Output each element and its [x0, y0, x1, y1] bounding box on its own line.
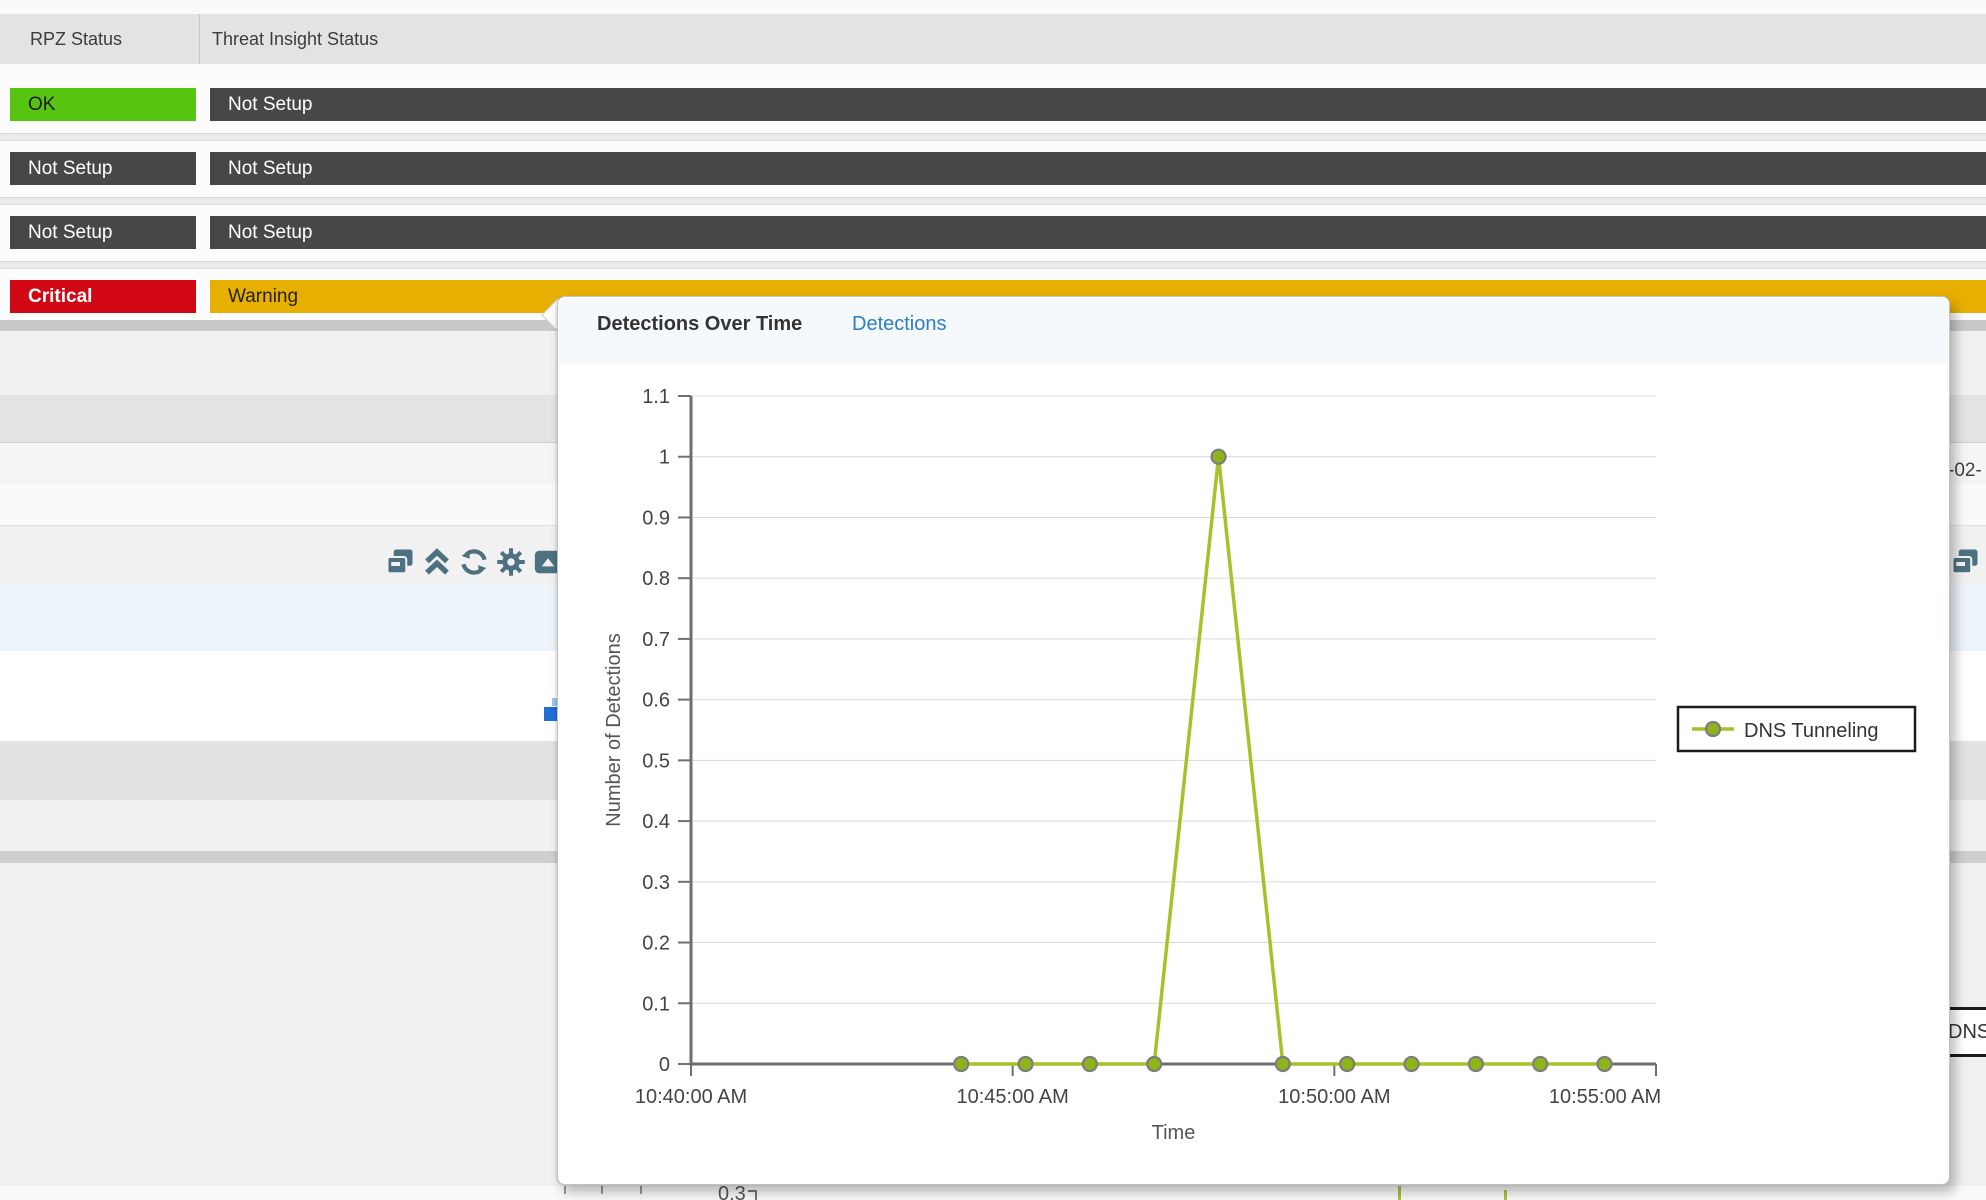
rpz-status-badge[interactable]: Critical — [10, 280, 196, 313]
threat-insight-status-badge[interactable]: Not Setup — [210, 88, 1986, 121]
data-point[interactable] — [1340, 1057, 1354, 1071]
status-row: OK Not Setup — [0, 64, 1986, 128]
copy-window-icon[interactable] — [1950, 547, 1980, 577]
y-tick-label: 0.6 — [642, 690, 670, 712]
data-point[interactable] — [1598, 1057, 1612, 1071]
y-tick-label: 0 — [659, 1054, 670, 1076]
legend-marker — [1706, 722, 1720, 736]
background-band — [0, 1186, 1986, 1200]
data-point[interactable] — [1276, 1057, 1290, 1071]
bottom-chart-line-fragment — [1398, 1186, 1401, 1200]
data-point[interactable] — [1083, 1057, 1097, 1071]
data-point[interactable] — [1019, 1057, 1033, 1071]
rpz-status-badge[interactable]: Not Setup — [10, 152, 196, 185]
data-point[interactable] — [1405, 1057, 1419, 1071]
rpz-status-badge[interactable]: OK — [10, 88, 196, 121]
y-tick-label: 0.5 — [642, 750, 670, 772]
settings-gear-icon[interactable] — [496, 547, 526, 577]
legend-label: DNS Tunneling — [1744, 720, 1879, 742]
detections-over-time-chart: 0 0.1 0.2 0.3 0.4 0.5 0.6 0.7 0.8 0.9 1 1.1 10:40:00… — [558, 297, 1951, 1186]
x-tick-label: 10:40:00 AM — [635, 1086, 747, 1108]
dashboard-screen: RPZ Status Threat Insight Status OK Not … — [0, 0, 1986, 1200]
rpz-status-badge[interactable]: Not Setup — [10, 216, 196, 249]
data-point[interactable] — [954, 1057, 968, 1071]
y-tick-label: 0.2 — [642, 933, 670, 955]
data-point[interactable] — [1533, 1057, 1547, 1071]
column-divider — [199, 14, 200, 64]
date-text-fragment: -02- — [1948, 460, 1982, 482]
widget-toolbar — [385, 547, 563, 579]
row-separator — [0, 197, 1986, 205]
x-tick-label: 10:55:00 AM — [1549, 1086, 1661, 1108]
popup-body: Detections Over Time Detections 00.10.20… — [557, 296, 1950, 1185]
row-separator — [0, 261, 1986, 269]
refresh-icon[interactable] — [459, 547, 489, 577]
detections-popup: Detections Over Time Detections 00.10.20… — [557, 296, 1950, 1185]
bottom-chart-tick-fragment — [564, 1186, 566, 1194]
top-strip — [0, 0, 1986, 14]
y-tick-label: 0.9 — [642, 507, 670, 529]
bottom-chart-axis-fragment — [748, 1190, 757, 1192]
y-axis-title: Number of Detections — [603, 633, 625, 826]
bottom-chart-tick-fragment — [601, 1186, 603, 1194]
data-point[interactable] — [1147, 1057, 1161, 1071]
bottom-chart-line-fragment — [1504, 1190, 1507, 1200]
y-tick-label: 0.7 — [642, 629, 670, 651]
y-tick-label: 0.8 — [642, 568, 670, 590]
y-tick-label: 0.4 — [642, 811, 670, 833]
threat-insight-status-badge[interactable]: Not Setup — [210, 152, 1986, 185]
hidden-chart-icon-fragment — [544, 707, 557, 721]
widget-toolbar-fragment — [1950, 547, 1986, 579]
threat-insight-status-badge[interactable]: Not Setup — [210, 216, 1986, 249]
y-tick-label: 0.3 — [642, 872, 670, 894]
column-header-rpz-status: RPZ Status — [30, 14, 122, 64]
y-tick-label: 1 — [659, 447, 670, 469]
bottom-chart-tick-fragment — [640, 1186, 642, 1194]
row-separator — [0, 133, 1986, 141]
x-axis-title: Time — [1152, 1122, 1196, 1144]
collapse-up-icon[interactable] — [422, 547, 452, 577]
x-tick-label: 10:50:00 AM — [1278, 1086, 1390, 1108]
column-header-threat-insight-status: Threat Insight Status — [212, 14, 378, 64]
x-tick-label: 10:45:00 AM — [957, 1086, 1069, 1108]
data-point[interactable] — [1469, 1057, 1483, 1071]
y-tick-label: 1.1 — [642, 386, 670, 408]
copy-window-icon[interactable] — [385, 547, 415, 577]
status-table-header: RPZ Status Threat Insight Status — [0, 14, 1986, 65]
data-point[interactable] — [1212, 450, 1226, 464]
y-tick-label: 0.1 — [642, 993, 670, 1015]
